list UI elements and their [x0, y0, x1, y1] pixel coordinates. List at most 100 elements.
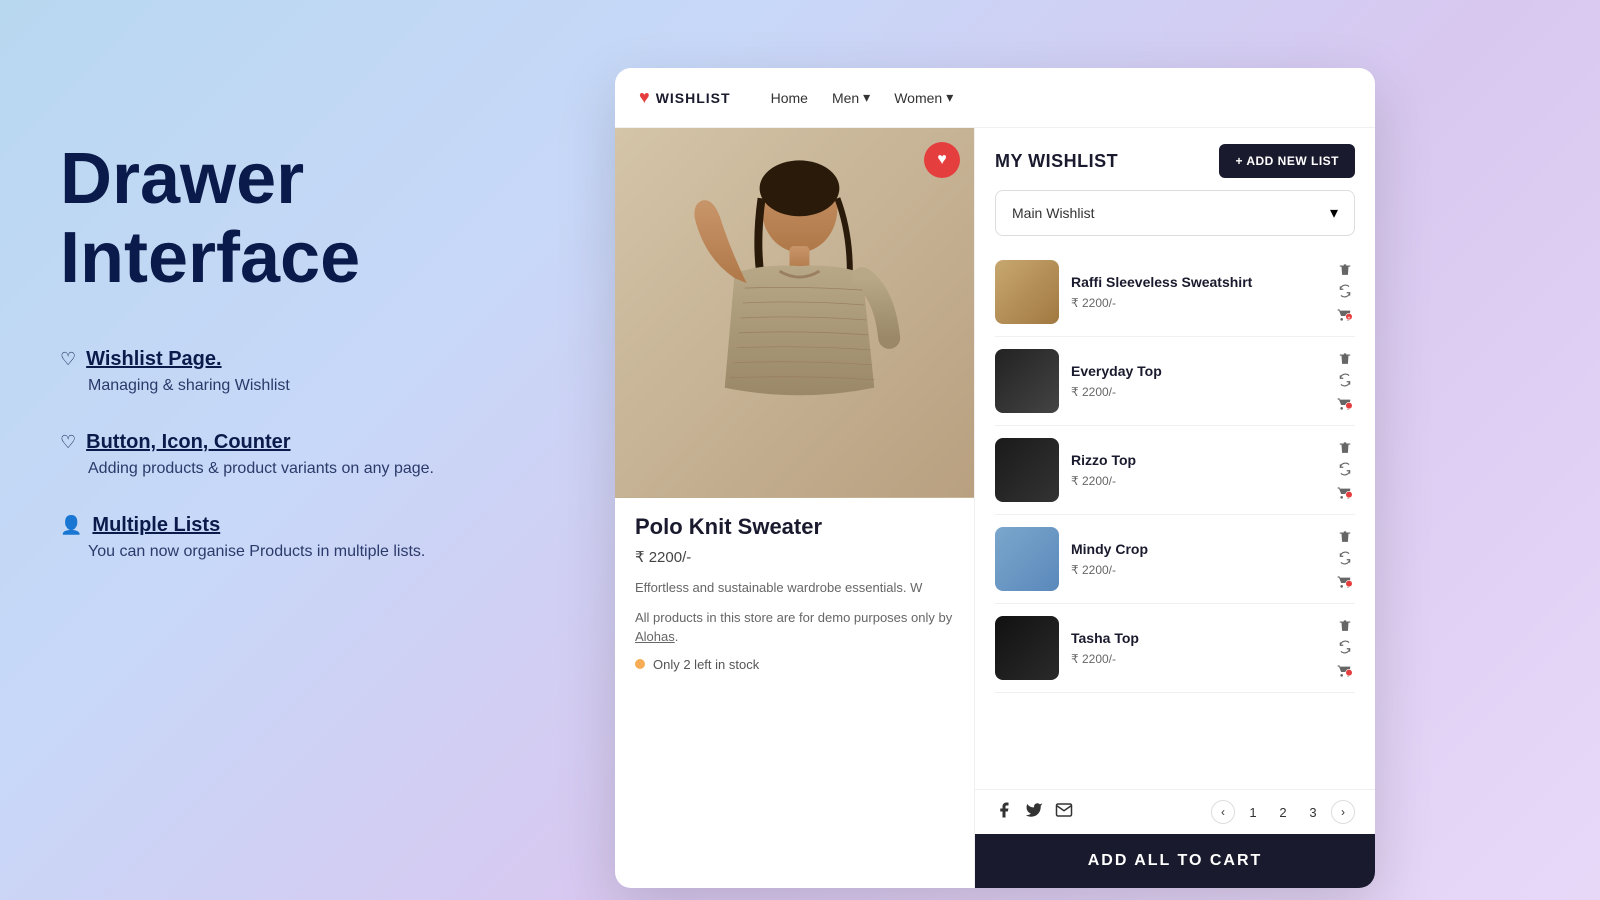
item-name: Mindy Crop	[1071, 541, 1323, 557]
feature-lists-desc: You can now organise Products in multipl…	[88, 543, 560, 561]
pagination: ‹ 1 2 3 ›	[1211, 800, 1355, 824]
wishlist-items-list: Raffi Sleeveless Sweatshirt ₹ 2200/- +	[975, 248, 1375, 789]
social-icons	[995, 801, 1073, 824]
pagination-page-2[interactable]: 2	[1271, 800, 1295, 824]
item-thumbnail	[995, 438, 1059, 502]
heart-icon-2: ♡	[60, 432, 76, 453]
twitter-icon[interactable]	[1025, 801, 1043, 824]
feature-lists-title[interactable]: Multiple Lists	[92, 514, 220, 537]
item-info: Everyday Top ₹ 2200/-	[1071, 363, 1323, 399]
wishlist-item: Everyday Top ₹ 2200/-	[995, 337, 1355, 426]
product-footnote: All products in this store are for demo …	[635, 608, 954, 647]
nav-men[interactable]: Men ▾	[832, 89, 870, 106]
stock-dot	[635, 659, 645, 669]
item-price: ₹ 2200/-	[1071, 474, 1323, 488]
delete-item-button[interactable]	[1336, 349, 1354, 367]
item-actions: +	[1335, 260, 1355, 324]
item-name: Everyday Top	[1071, 363, 1323, 379]
nav-home[interactable]: Home	[771, 90, 808, 106]
product-price: ₹ 2200/-	[635, 548, 954, 566]
dropdown-chevron-icon: ▾	[1330, 203, 1338, 223]
product-name: Polo Knit Sweater	[635, 514, 954, 540]
headline: Drawer Interface	[60, 140, 560, 298]
pagination-next-button[interactable]: ›	[1331, 800, 1355, 824]
add-to-cart-item-button[interactable]	[1335, 393, 1355, 413]
nav-bar: ♥ WISHLIST Home Men ▾ Women ▾	[615, 68, 1375, 128]
product-description: Effortless and sustainable wardrobe esse…	[635, 578, 954, 598]
user-icon: 👤	[60, 515, 82, 536]
delete-item-button[interactable]	[1336, 438, 1354, 456]
dropdown-label: Main Wishlist	[1012, 205, 1094, 221]
wishlist-item: Raffi Sleeveless Sweatshirt ₹ 2200/- +	[995, 248, 1355, 337]
delete-item-button[interactable]	[1336, 527, 1354, 545]
nav-women[interactable]: Women ▾	[894, 89, 953, 106]
item-thumbnail	[995, 260, 1059, 324]
add-to-cart-item-button[interactable]	[1335, 571, 1355, 591]
pagination-prev-button[interactable]: ‹	[1211, 800, 1235, 824]
add-to-cart-item-button[interactable]: +	[1335, 304, 1355, 324]
add-all-to-cart-button[interactable]: ADD ALL TO CART	[975, 834, 1375, 888]
chevron-down-icon: ▾	[863, 89, 870, 106]
refresh-item-button[interactable]	[1336, 460, 1354, 478]
delete-item-button[interactable]	[1336, 260, 1354, 278]
item-info: Mindy Crop ₹ 2200/-	[1071, 541, 1323, 577]
wishlist-header: MY WISHLIST + ADD NEW LIST	[975, 128, 1375, 190]
email-icon[interactable]	[1055, 801, 1073, 824]
stock-text: Only 2 left in stock	[653, 657, 759, 672]
left-panel: Drawer Interface ♡ Wishlist Page. Managi…	[60, 140, 560, 597]
item-price: ₹ 2200/-	[1071, 296, 1323, 310]
wishlist-list-dropdown[interactable]: Main Wishlist ▾	[995, 190, 1355, 236]
wishlist-footer: ‹ 1 2 3 ›	[975, 789, 1375, 834]
nav-links: Home Men ▾ Women ▾	[771, 89, 954, 106]
item-actions	[1335, 527, 1355, 591]
item-name: Tasha Top	[1071, 630, 1323, 646]
delete-item-button[interactable]	[1336, 616, 1354, 634]
wishlist-panel: MY WISHLIST + ADD NEW LIST Main Wishlist…	[975, 128, 1375, 888]
heart-icon: ♡	[60, 349, 76, 370]
feature-button-title[interactable]: Button, Icon, Counter	[86, 431, 290, 454]
feature-wishlist-title[interactable]: Wishlist Page.	[86, 348, 221, 371]
item-info: Raffi Sleeveless Sweatshirt ₹ 2200/-	[1071, 274, 1323, 310]
product-info: Polo Knit Sweater ₹ 2200/- Effortless an…	[615, 498, 974, 688]
refresh-item-button[interactable]	[1336, 549, 1354, 567]
add-to-cart-item-button[interactable]	[1335, 482, 1355, 502]
item-actions	[1335, 616, 1355, 680]
item-info: Tasha Top ₹ 2200/-	[1071, 630, 1323, 666]
refresh-item-button[interactable]	[1336, 282, 1354, 300]
product-image	[615, 128, 974, 498]
wishlist-title: MY WISHLIST	[995, 151, 1118, 172]
feature-wishlist: ♡ Wishlist Page. Managing & sharing Wish…	[60, 348, 560, 395]
item-actions	[1335, 438, 1355, 502]
feature-wishlist-desc: Managing & sharing Wishlist	[88, 377, 560, 395]
pagination-page-3[interactable]: 3	[1301, 800, 1325, 824]
pagination-page-1[interactable]: 1	[1241, 800, 1265, 824]
svg-text:+: +	[1348, 315, 1351, 320]
item-actions	[1335, 349, 1355, 413]
logo-text: WISHLIST	[656, 90, 731, 106]
alohas-link[interactable]: Alohas	[635, 629, 675, 644]
item-info: Rizzo Top ₹ 2200/-	[1071, 452, 1323, 488]
item-thumbnail	[995, 616, 1059, 680]
refresh-item-button[interactable]	[1336, 638, 1354, 656]
nav-logo[interactable]: ♥ WISHLIST	[639, 87, 731, 108]
chevron-down-icon-2: ▾	[946, 89, 953, 106]
item-thumbnail	[995, 349, 1059, 413]
add-new-list-button[interactable]: + ADD NEW LIST	[1219, 144, 1355, 178]
stock-indicator: Only 2 left in stock	[635, 657, 954, 672]
wishlist-item: Tasha Top ₹ 2200/-	[995, 604, 1355, 693]
item-name: Raffi Sleeveless Sweatshirt	[1071, 274, 1323, 290]
logo-heart-icon: ♥	[639, 87, 650, 108]
content-area: ♥ Polo Knit Sweater ₹ 2200/- Effortless …	[615, 128, 1375, 888]
item-price: ₹ 2200/-	[1071, 652, 1323, 666]
item-name: Rizzo Top	[1071, 452, 1323, 468]
item-price: ₹ 2200/-	[1071, 563, 1323, 577]
refresh-item-button[interactable]	[1336, 371, 1354, 389]
facebook-icon[interactable]	[995, 801, 1013, 824]
wishlist-item: Rizzo Top ₹ 2200/-	[995, 426, 1355, 515]
product-image-container: ♥	[615, 128, 974, 498]
wishlist-heart-button[interactable]: ♥	[924, 142, 960, 178]
product-section: ♥ Polo Knit Sweater ₹ 2200/- Effortless …	[615, 128, 975, 888]
wishlist-item: Mindy Crop ₹ 2200/-	[995, 515, 1355, 604]
feature-lists: 👤 Multiple Lists You can now organise Pr…	[60, 514, 560, 561]
add-to-cart-item-button[interactable]	[1335, 660, 1355, 680]
